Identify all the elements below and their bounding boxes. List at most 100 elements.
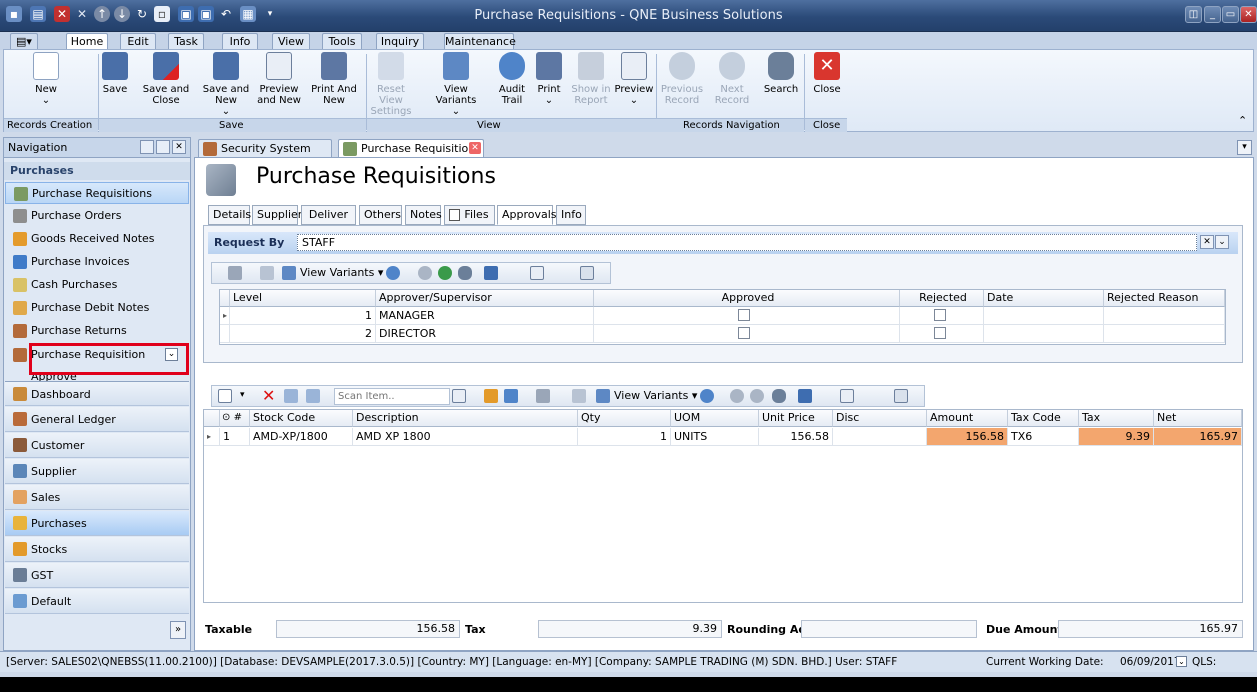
print-button[interactable]: Print ⌄: [532, 52, 566, 106]
tab-maintenance[interactable]: Maintenance: [444, 33, 516, 50]
working-date-dropdown-icon[interactable]: ⌄: [1176, 656, 1187, 667]
nav-group-stocks[interactable]: Stocks: [5, 537, 189, 562]
restore-ribbon-icon[interactable]: ◫: [1185, 6, 1202, 23]
items-view-variants-button[interactable]: View Variants ▾: [596, 389, 697, 403]
tab-others[interactable]: Others: [359, 205, 402, 225]
tab-inquiry[interactable]: Inquiry: [376, 33, 424, 50]
nav-close-icon[interactable]: ✕: [172, 140, 186, 154]
nav-group-dashboard[interactable]: Dashboard: [5, 381, 189, 406]
nav-item-purchase-requisitions[interactable]: Purchase Requisitions: [5, 182, 189, 204]
nav-item-cash-purchases[interactable]: Cash Purchases: [5, 274, 189, 296]
col-qty[interactable]: Qty: [578, 410, 671, 427]
clear-icon[interactable]: ✕: [1200, 235, 1214, 249]
col-disc[interactable]: Disc: [833, 410, 927, 427]
prev-icon[interactable]: [730, 389, 744, 403]
collapse-ribbon-icon[interactable]: ⌃: [1238, 114, 1247, 127]
next-record-button[interactable]: Next Record: [704, 52, 760, 106]
audit-trail-button[interactable]: Audit Trail: [494, 52, 530, 106]
nav-expand-icon[interactable]: »: [170, 621, 186, 639]
barcode-icon[interactable]: [452, 389, 466, 403]
export-icon[interactable]: [798, 389, 812, 403]
approver-name[interactable]: MANAGER: [376, 307, 594, 325]
approvals-view-variants-button[interactable]: View Variants ▾: [282, 266, 383, 280]
print-and-new-button[interactable]: Print And New: [310, 52, 358, 106]
approved-checkbox[interactable]: [738, 309, 750, 321]
print-preview-icon[interactable]: [530, 266, 544, 280]
rejected-reason-cell[interactable]: [1104, 307, 1225, 325]
previous-record-button[interactable]: Previous Record: [660, 52, 704, 106]
delete-line-icon[interactable]: ✕: [262, 386, 275, 405]
doctab-purchase-requisitions[interactable]: Purchase Requisitions ✕: [338, 139, 484, 158]
search-button[interactable]: Search: [762, 52, 800, 95]
move-up-icon[interactable]: [284, 389, 298, 403]
approved-checkbox[interactable]: [738, 327, 750, 339]
search-icon[interactable]: [458, 266, 472, 280]
col-approver[interactable]: Approver/Supervisor: [376, 290, 594, 307]
refresh-icon[interactable]: [700, 389, 714, 403]
date-cell[interactable]: [984, 307, 1104, 325]
report-icon[interactable]: [580, 266, 594, 280]
maximize-icon[interactable]: ▭: [1222, 6, 1239, 23]
preview-and-new-button[interactable]: Preview and New: [256, 52, 302, 106]
approval-level[interactable]: 2: [230, 325, 376, 343]
new-button[interactable]: New ⌄: [26, 52, 66, 106]
tab-info[interactable]: Info: [556, 205, 586, 225]
tax-code-cell[interactable]: TX6: [1008, 428, 1079, 446]
stock-icon[interactable]: [484, 389, 498, 403]
tab-details[interactable]: Details: [208, 205, 251, 225]
close-window-icon[interactable]: ✕: [1240, 6, 1257, 23]
col-stock-code[interactable]: Stock Code: [250, 410, 353, 427]
nav-group-general-ledger[interactable]: General Ledger: [5, 407, 189, 432]
tab-task[interactable]: Task: [168, 33, 204, 50]
save-and-new-button[interactable]: Save and New ⌄: [200, 52, 252, 117]
rejected-checkbox[interactable]: [934, 309, 946, 321]
rejected-reason-cell[interactable]: [1104, 325, 1225, 343]
nav-float-icon[interactable]: [140, 140, 154, 154]
nav-group-gst[interactable]: GST: [5, 563, 189, 588]
grid-view-icon[interactable]: [536, 389, 550, 403]
grid-view-icon[interactable]: [228, 266, 242, 280]
app-menu-button[interactable]: ▤▾: [10, 33, 38, 50]
close-tab-icon[interactable]: ✕: [469, 142, 481, 154]
col-unit-price[interactable]: Unit Price: [759, 410, 833, 427]
col-approved[interactable]: Approved: [594, 290, 900, 307]
move-down-icon[interactable]: [438, 266, 452, 280]
net-cell[interactable]: 165.97: [1154, 428, 1242, 446]
col-uom[interactable]: UOM: [671, 410, 759, 427]
export-icon[interactable]: [484, 266, 498, 280]
tab-home[interactable]: Home: [66, 33, 108, 50]
uom-cell[interactable]: UNITS: [671, 428, 759, 446]
preview-button[interactable]: Preview ⌄: [614, 52, 654, 106]
col-number[interactable]: ⊙ #: [220, 410, 250, 427]
line-number[interactable]: 1: [220, 428, 250, 446]
search-icon[interactable]: [772, 389, 786, 403]
next-icon[interactable]: [750, 389, 764, 403]
col-tax-code[interactable]: Tax Code: [1008, 410, 1079, 427]
tab-tools[interactable]: Tools: [322, 33, 362, 50]
refresh-icon[interactable]: [386, 266, 400, 280]
amount-cell[interactable]: 156.58: [927, 428, 1008, 446]
tax-cell[interactable]: 9.39: [1079, 428, 1154, 446]
qty-cell[interactable]: 1: [578, 428, 671, 446]
print-preview-icon[interactable]: [840, 389, 854, 403]
new-line-icon[interactable]: [218, 389, 232, 403]
nav-group-purchases[interactable]: Purchases: [5, 511, 189, 536]
close-button[interactable]: ✕ Close: [810, 52, 844, 95]
nav-group-default[interactable]: Default: [5, 589, 189, 614]
reset-view-settings-button[interactable]: Reset View Settings: [368, 52, 414, 117]
nav-item-purchase-orders[interactable]: Purchase Orders: [5, 205, 189, 227]
tab-supplier[interactable]: Supplier: [252, 205, 302, 225]
dropdown-icon[interactable]: ⌄: [1215, 235, 1229, 249]
move-up-icon[interactable]: [418, 266, 432, 280]
tab-info[interactable]: Info: [222, 33, 258, 50]
nav-item-purchase-returns[interactable]: Purchase Returns: [5, 320, 189, 342]
col-date[interactable]: Date: [984, 290, 1104, 307]
tab-deliver-to[interactable]: Deliver To: [301, 205, 356, 239]
col-rejected-reason[interactable]: Rejected Reason: [1104, 290, 1225, 307]
tab-approvals[interactable]: Approvals: [497, 205, 557, 225]
tab-notes[interactable]: Notes: [405, 205, 442, 225]
tab-files[interactable]: Files: [444, 205, 495, 225]
doc-list-dropdown-icon[interactable]: ▾: [1237, 140, 1252, 155]
layout-icon[interactable]: [572, 389, 586, 403]
stock-info-icon[interactable]: [504, 389, 518, 403]
